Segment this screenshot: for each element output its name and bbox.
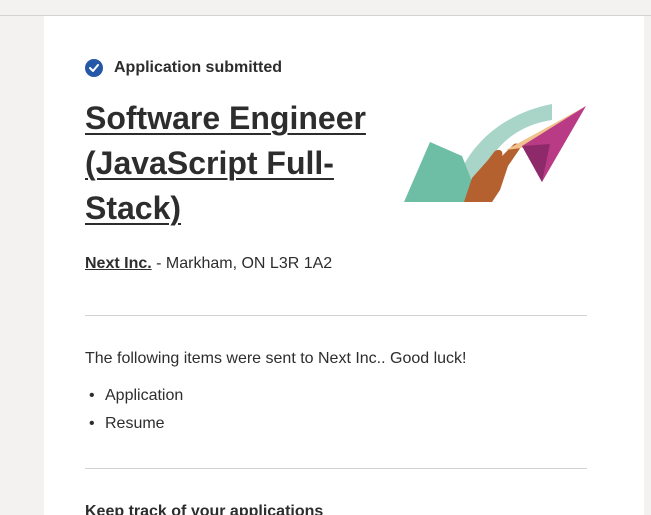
sent-message: The following items were sent to Next In… (85, 350, 467, 367)
paper-plane-hand-icon (404, 104, 586, 202)
bullet-icon: • (89, 387, 95, 404)
status-text: Application submitted (114, 59, 282, 76)
top-bar (0, 0, 651, 16)
company-location: Next Inc. - Markham, ON L3R 1A2 (85, 255, 332, 273)
divider (85, 468, 587, 469)
sent-items-list: • Application • Resume (85, 382, 183, 438)
confirmation-card: Application submitted Software Engineer … (44, 16, 644, 515)
list-item: • Resume (85, 410, 183, 438)
item-application: Application (105, 387, 184, 404)
list-item: • Application (85, 382, 183, 410)
divider (85, 315, 587, 316)
check-circle-icon (85, 59, 103, 77)
status-row: Application submitted (85, 58, 282, 78)
bullet-icon: • (89, 415, 95, 432)
item-resume: Resume (105, 415, 165, 432)
company-link[interactable]: Next Inc. (85, 255, 152, 272)
track-heading: Keep track of your applications (85, 503, 324, 515)
location-text: - Markham, ON L3R 1A2 (156, 255, 333, 272)
job-title-link[interactable]: Software Engineer (JavaScript Full-Stack… (85, 96, 385, 231)
